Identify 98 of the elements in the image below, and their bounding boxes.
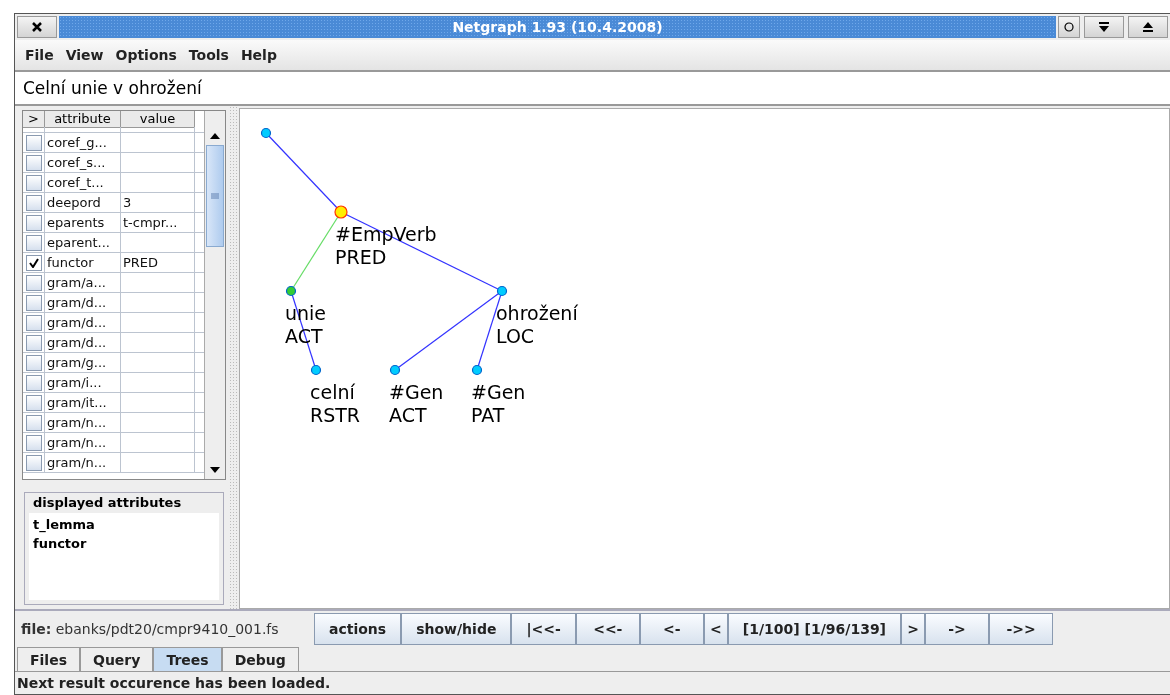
table-cell: gram/g... (45, 353, 121, 372)
nav-button[interactable]: show/hide (401, 613, 512, 645)
column-header[interactable]: > (23, 111, 45, 128)
table-cell: deepord (45, 193, 121, 212)
file-path: file: ebanks/pdt20/cmpr9410_001.fs (21, 621, 280, 637)
checkbox[interactable] (25, 334, 42, 351)
scroll-thumb[interactable] (206, 145, 224, 247)
table-cell: t-cmpr... (121, 213, 195, 232)
minimize-button[interactable] (1084, 16, 1124, 38)
list-item[interactable]: t_lemma (33, 517, 95, 532)
triangle-down-icon (1099, 22, 1109, 32)
checkbox[interactable] (25, 354, 42, 371)
circle-icon (1064, 22, 1074, 32)
node-label: ACT (285, 325, 323, 348)
arrow-up-icon (210, 133, 220, 139)
tree-node[interactable] (334, 205, 348, 219)
node-label: ohrožení (496, 302, 578, 325)
table-cell: gram/n... (45, 413, 121, 432)
arrow-down-icon (210, 467, 220, 473)
table-cell: coref_s... (45, 153, 121, 172)
table-cell: PRED (121, 253, 195, 272)
table-cell: gram/i... (45, 373, 121, 392)
nav-button[interactable]: <<- (575, 613, 640, 645)
checkbox[interactable] (25, 154, 42, 171)
nav-button[interactable]: |<<- (511, 613, 576, 645)
checkbox[interactable] (25, 174, 42, 191)
splitter[interactable] (229, 106, 239, 609)
checkbox[interactable] (25, 214, 42, 231)
node-label: LOC (496, 325, 535, 348)
table-cell: gram/n... (45, 433, 121, 452)
menu-item[interactable]: View (61, 47, 108, 63)
checkbox[interactable] (25, 294, 42, 311)
check-icon (28, 257, 39, 268)
menu-item[interactable]: File (21, 47, 58, 63)
node-label: ACT (389, 404, 427, 427)
tree-node[interactable] (471, 364, 483, 376)
checkbox[interactable] (25, 434, 42, 451)
tree-node[interactable] (285, 285, 297, 297)
node-label: #Gen (389, 381, 444, 404)
checkbox[interactable] (25, 134, 42, 151)
tab[interactable]: Query (80, 647, 154, 671)
tree-node[interactable] (389, 364, 401, 376)
table-cell: gram/n... (45, 453, 121, 472)
sentence-text: Celní unie v ohrožení (15, 72, 1170, 106)
table-cell: eparent... (45, 233, 121, 252)
menu-item[interactable]: Help (236, 47, 281, 63)
node-label: PAT (471, 404, 505, 427)
status-text: Next result occurence has been loaded. (16, 674, 332, 693)
scrollbar[interactable] (204, 111, 225, 479)
table-cell: gram/a... (45, 273, 121, 292)
table-cell: gram/d... (45, 293, 121, 312)
list-item[interactable]: functor (33, 536, 87, 551)
tree-node[interactable] (260, 127, 272, 139)
table-cell: coref_t... (45, 173, 121, 192)
column-header[interactable]: value (121, 111, 195, 128)
table-cell: functor (45, 253, 121, 272)
checkbox[interactable] (25, 394, 42, 411)
eject-icon (1143, 22, 1153, 32)
checkbox[interactable] (25, 254, 42, 271)
close-icon (32, 22, 42, 32)
nav-button[interactable]: -> (925, 613, 990, 645)
checkbox[interactable] (25, 234, 42, 251)
nav-button[interactable]: ->> (989, 613, 1054, 645)
nav-button[interactable]: <- (639, 613, 704, 645)
node-label: PRED (335, 246, 387, 269)
node-label: celní (310, 381, 355, 404)
node-label: RSTR (310, 404, 361, 427)
table-cell: gram/d... (45, 313, 121, 332)
checkbox[interactable] (25, 194, 42, 211)
table-cell: gram/it... (45, 393, 121, 412)
tree-node[interactable] (310, 364, 322, 376)
group-title: displayed attributes (31, 495, 184, 510)
checkbox[interactable] (25, 314, 42, 331)
tab[interactable]: Files (17, 647, 80, 671)
nav-button[interactable]: actions (314, 613, 402, 645)
table-cell: eparents (45, 213, 121, 232)
node-label: #Gen (471, 381, 526, 404)
tree-node[interactable] (496, 285, 508, 297)
checkbox[interactable] (25, 374, 42, 391)
table-cell: 3 (121, 193, 195, 212)
nav-button[interactable]: < (703, 613, 728, 645)
close-button[interactable] (17, 16, 57, 38)
menu-item[interactable]: Options (111, 47, 181, 63)
checkbox[interactable] (25, 454, 42, 471)
table-cell: coref_g... (45, 133, 121, 152)
menu-item[interactable]: Tools (184, 47, 233, 63)
nav-button[interactable]: [1/100] [1/96/139] (727, 613, 902, 645)
nav-button[interactable]: > (901, 613, 926, 645)
tab[interactable]: Debug (221, 647, 299, 671)
maximize-button[interactable] (1128, 16, 1168, 38)
circle-button[interactable] (1058, 16, 1080, 38)
column-header[interactable]: attribute (45, 111, 121, 128)
table-cell: gram/d... (45, 333, 121, 352)
checkbox[interactable] (25, 274, 42, 291)
checkbox[interactable] (25, 414, 42, 431)
tab[interactable]: Trees (153, 647, 222, 671)
window-title: Netgraph 1.93 (10.4.2008) (452, 19, 663, 35)
grip-icon (211, 193, 219, 199)
